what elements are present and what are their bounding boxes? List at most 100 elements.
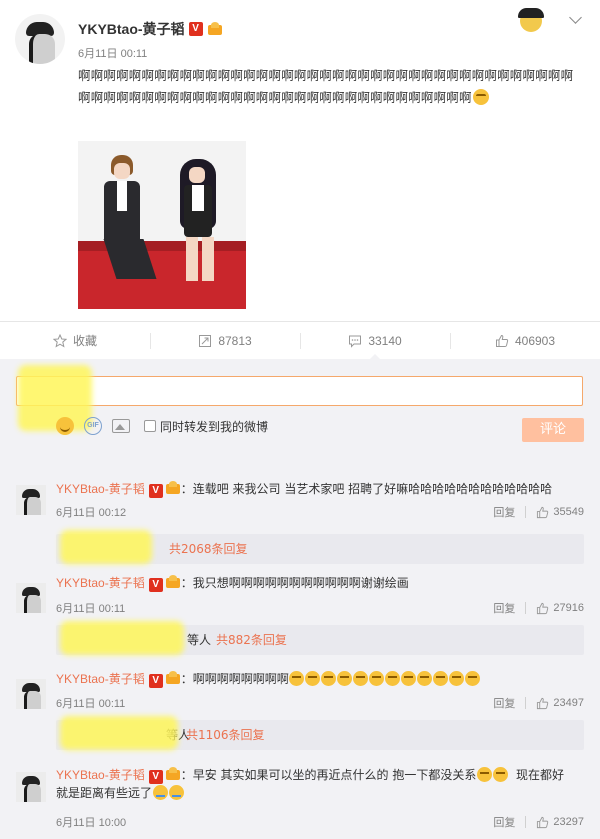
commenter-avatar[interactable] — [16, 679, 46, 709]
submit-comment-button[interactable]: 评论 — [522, 418, 584, 442]
sleepy-emoji-icon — [465, 671, 481, 686]
image-upload-icon[interactable] — [112, 419, 130, 433]
commenter-name[interactable]: YKYBtao-黄子韬 — [56, 672, 145, 686]
sleepy-emoji-icon — [369, 671, 385, 686]
reply-button[interactable]: 回复 — [493, 814, 515, 830]
commenter-name[interactable]: YKYBtao-黄子韬 — [56, 576, 145, 590]
sleepy-emoji-icon — [433, 671, 449, 686]
comment-body: YKYBtao-黄子韬 V ：早安 其实如果可以坐的再近点什么的 抱一下都没关系 现… — [56, 766, 586, 802]
sleepy-emoji-icon — [417, 671, 433, 686]
share-checkbox[interactable] — [144, 420, 156, 432]
sleepy-emoji-icon — [337, 671, 353, 686]
card-sticker-icon — [510, 6, 554, 32]
sleepy-emoji-icon — [401, 671, 417, 686]
chevron-down-icon[interactable] — [568, 12, 582, 26]
comment-like-count: 27916 — [553, 602, 584, 614]
sleepy-emoji-icon — [321, 671, 337, 686]
crying-emoji-icon — [168, 785, 184, 800]
reply-button[interactable]: 回复 — [493, 695, 515, 711]
verified-badge: V — [148, 484, 163, 498]
thumbs-up-icon — [537, 697, 549, 709]
sleepy-emoji-icon — [289, 671, 305, 686]
author-avatar[interactable] — [15, 14, 65, 64]
reply-count[interactable]: 共2068条回复 — [169, 540, 248, 558]
divider — [525, 602, 527, 614]
post-time[interactable]: 6月11日 00:11 — [78, 45, 147, 61]
comment-like-button[interactable]: 23297 — [536, 816, 584, 829]
comment-text-tail: 现在都好 — [515, 768, 564, 782]
divider — [525, 506, 527, 518]
comment-body: YKYBtao-黄子韬 V ：连载吧 来我公司 当艺术家吧 招聘了好嘛哈哈哈哈哈哈哈… — [56, 480, 586, 498]
comment-like-count: 35549 — [553, 506, 584, 518]
post-header-icons — [510, 6, 582, 32]
verified-badge: V — [148, 578, 163, 592]
comment-time: 6月11日 00:12 — [56, 507, 127, 519]
verified-badge: V — [148, 770, 163, 784]
comment-like-count: 23297 — [553, 816, 584, 828]
sleepy-emoji-icon — [353, 671, 369, 686]
commenter-name[interactable]: YKYBtao-黄子韬 — [56, 768, 145, 782]
comment-time: 6月11日 00:11 — [56, 698, 126, 710]
favorite-label: 收藏 — [72, 334, 97, 348]
commenter-avatar[interactable] — [16, 772, 46, 802]
crying-emoji-icon — [152, 785, 168, 800]
vip-crown-icon — [165, 575, 181, 589]
comment-text: ：连载吧 来我公司 当艺术家吧 招聘了好嘛哈哈哈哈哈哈哈哈哈哈哈哈 — [180, 482, 553, 496]
reply-button[interactable]: 回复 — [493, 504, 515, 520]
vip-crown-icon — [207, 22, 223, 36]
author-name-row: YKYBtao-黄子韬 V — [78, 20, 223, 38]
comment-body: YKYBtao-黄子韬 V ：我只想啊啊啊啊啊啊啊啊啊啊啊谢谢绘画 — [56, 574, 586, 592]
reply-count[interactable]: 共1106条回复 — [186, 726, 265, 744]
redaction-mark — [60, 621, 184, 655]
post-image[interactable] — [78, 141, 246, 309]
sleepy-emoji-icon — [305, 671, 321, 686]
sleepy-emoji-icon — [385, 671, 401, 686]
emoji-row — [289, 671, 481, 686]
comment-like-button[interactable]: 35549 — [536, 506, 584, 519]
vip-crown-icon — [165, 481, 181, 495]
comment-time: 6月11日 00:11 — [56, 603, 126, 615]
comment-input[interactable] — [16, 376, 583, 406]
comment-actions: 回复 23297 — [493, 814, 584, 830]
post-action-bar: 收藏 87813 33140 406903 — [0, 321, 600, 360]
sleepy-emoji-icon — [492, 767, 508, 782]
sleepy-emoji-icon — [472, 89, 489, 105]
reply-count[interactable]: 共882条回复 — [216, 631, 287, 649]
post-text: 啊啊啊啊啊啊啊啊啊啊啊啊啊啊啊啊啊啊啊啊啊啊啊啊啊啊啊啊啊啊啊啊啊啊啊啊啊啊啊啊… — [78, 65, 578, 109]
thumbs-up-icon — [537, 602, 549, 614]
comment-actions: 回复 35549 — [493, 504, 584, 520]
comment-text: ：早安 其实如果可以坐的再近点什么的 抱一下都没关系 — [180, 768, 477, 782]
like-button[interactable]: 406903 — [450, 322, 600, 359]
redaction-mark — [60, 716, 178, 750]
comment-like-button[interactable]: 27916 — [536, 602, 584, 615]
favorite-button[interactable]: 收藏 — [0, 322, 150, 359]
comment-button[interactable]: 33140 — [300, 322, 450, 360]
comment-like-count: 23497 — [553, 697, 584, 709]
repost-button[interactable]: 87813 — [150, 322, 300, 359]
reply-button[interactable]: 回复 — [493, 600, 515, 616]
gif-icon[interactable]: GIF — [84, 417, 102, 435]
sleepy-emoji-icon — [476, 767, 492, 782]
illustrated-boy — [100, 155, 157, 283]
commenter-avatar[interactable] — [16, 583, 46, 613]
comment-text: ：啊啊啊啊啊啊啊啊 — [180, 672, 289, 686]
illustrated-girl — [172, 159, 226, 283]
divider — [525, 697, 527, 709]
divider — [525, 816, 527, 828]
comment-like-button[interactable]: 23497 — [536, 697, 584, 710]
post-body: 啊啊啊啊啊啊啊啊啊啊啊啊啊啊啊啊啊啊啊啊啊啊啊啊啊啊啊啊啊啊啊啊啊啊啊啊啊啊啊啊… — [78, 68, 574, 105]
thumbs-up-icon — [537, 506, 549, 518]
author-name[interactable]: YKYBtao-黄子韬 — [78, 19, 185, 39]
comment-actions: 回复 27916 — [493, 600, 584, 616]
redaction-mark — [60, 530, 152, 564]
composer-tools: GIF 同时转发到我的微博 — [56, 416, 268, 436]
comment-text: ：我只想啊啊啊啊啊啊啊啊啊啊啊谢谢绘画 — [180, 576, 409, 590]
comment-text-line2: 就是距离有些远了 — [56, 786, 153, 800]
vip-crown-icon — [165, 767, 181, 781]
emoji-picker-icon[interactable] — [56, 417, 74, 435]
comment-actions: 回复 23497 — [493, 695, 584, 711]
comment-count: 33140 — [368, 333, 402, 348]
commenter-avatar[interactable] — [16, 485, 46, 515]
commenter-name[interactable]: YKYBtao-黄子韬 — [56, 482, 145, 496]
comment-body: YKYBtao-黄子韬 V ：啊啊啊啊啊啊啊啊 — [56, 670, 586, 688]
